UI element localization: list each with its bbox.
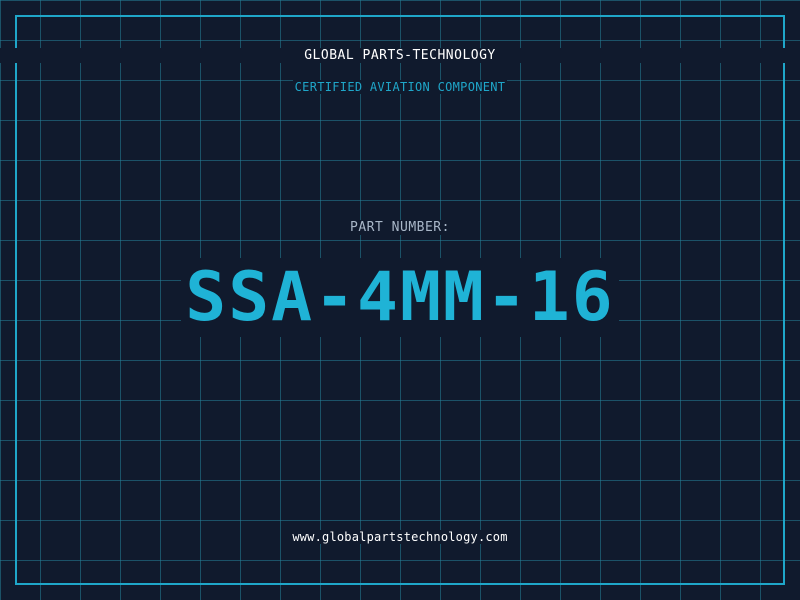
subtitle: CERTIFIED AVIATION COMPONENT (0, 80, 800, 94)
company-name-text: GLOBAL PARTS-TECHNOLOGY (302, 48, 498, 63)
part-number-label-text: PART NUMBER: (348, 220, 452, 235)
website-url-text: www.globalpartstechnology.com (290, 530, 510, 544)
label-canvas: GLOBAL PARTS-TECHNOLOGY CERTIFIED AVIATI… (0, 0, 800, 600)
subtitle-text: CERTIFIED AVIATION COMPONENT (292, 80, 508, 94)
part-number-text: SSA-4MM-16 (181, 258, 619, 337)
website-url: www.globalpartstechnology.com (0, 530, 800, 544)
part-number-label: PART NUMBER: (0, 220, 800, 235)
part-number: SSA-4MM-16 (0, 256, 800, 340)
company-name: GLOBAL PARTS-TECHNOLOGY (0, 48, 800, 63)
